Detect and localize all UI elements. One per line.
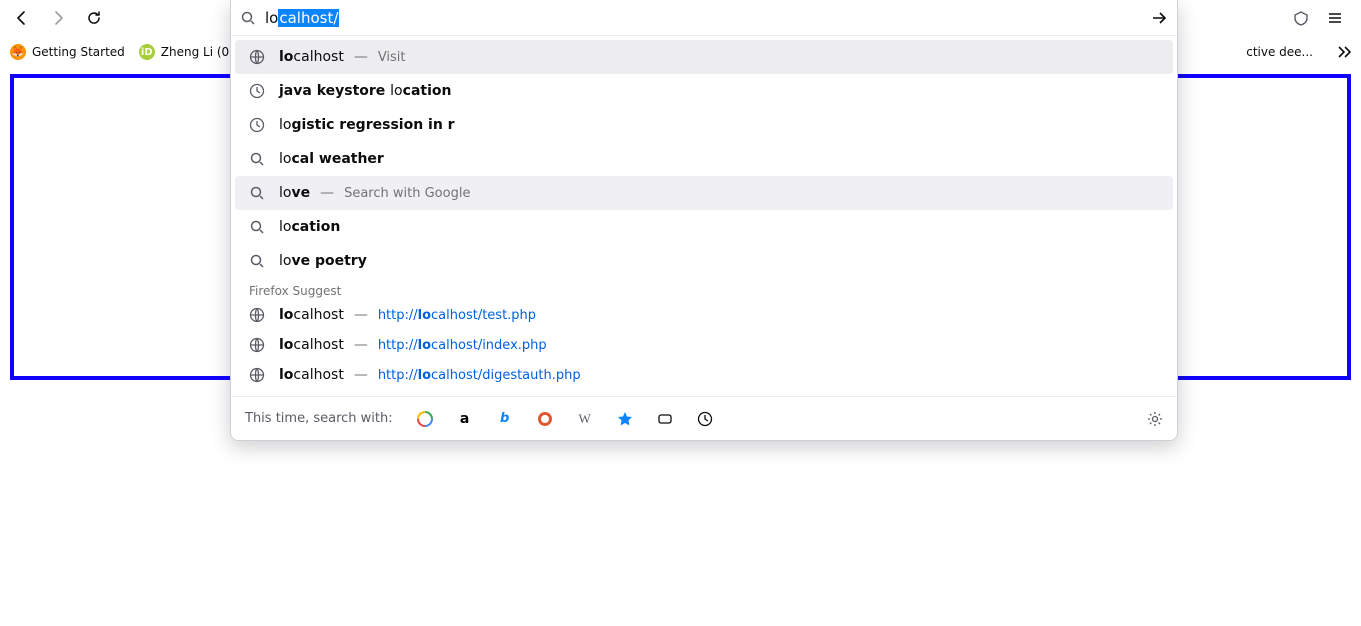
- reader-mode-button[interactable]: [1289, 6, 1313, 30]
- firefox-icon: 🦊: [10, 44, 26, 60]
- suggestion-search[interactable]: love poetry: [235, 244, 1173, 278]
- duckduckgo-icon[interactable]: [537, 411, 553, 427]
- suggestion-url: http://localhost/index.php: [378, 338, 547, 353]
- bookmark-getting-started[interactable]: 🦊 Getting Started: [10, 44, 125, 60]
- bing-icon[interactable]: b: [497, 411, 513, 427]
- bookmarks-icon[interactable]: [617, 411, 633, 427]
- suggestion-url: http://localhost/test.php: [378, 308, 536, 323]
- google-icon[interactable]: [417, 411, 433, 427]
- urlbar-text: localhost/: [265, 9, 1151, 27]
- dash: —: [354, 49, 368, 65]
- bookmark-peek-right[interactable]: ctive dee...: [1246, 45, 1313, 59]
- suggestion-list: localhost — Visit java keystore location…: [231, 36, 1177, 396]
- urlbar-expanded[interactable]: localhost/: [231, 0, 1177, 36]
- suggestion-title: localhost: [279, 367, 344, 383]
- go-button[interactable]: [1151, 10, 1167, 26]
- forward-button[interactable]: [44, 4, 72, 32]
- dash: —: [354, 307, 368, 323]
- suggestion-firefox-suggest[interactable]: localhost — http://localhost/test.php: [235, 300, 1173, 330]
- suggestion-visit[interactable]: localhost — Visit: [235, 40, 1173, 74]
- suggestion-url: http://localhost/digestauth.php: [378, 368, 581, 383]
- orcid-icon: iD: [139, 44, 155, 60]
- suggestion-title: local weather: [279, 151, 384, 167]
- search-icon: [249, 151, 265, 167]
- dash: —: [354, 367, 368, 383]
- firefox-suggest-label: Firefox Suggest: [235, 278, 1173, 300]
- suggestion-title: localhost: [279, 49, 344, 65]
- search-icon: [249, 185, 265, 201]
- dash: —: [320, 185, 334, 201]
- dash: —: [354, 337, 368, 353]
- suggestion-title: location: [279, 219, 340, 235]
- suggestion-title: love poetry: [279, 253, 367, 269]
- tabs-icon[interactable]: [657, 411, 673, 427]
- suggestion-search[interactable]: love — Search with Google: [235, 176, 1173, 210]
- urlbar-search-oneoffs: This time, search with: a b W: [231, 396, 1177, 440]
- clock-icon: [249, 117, 265, 133]
- globe-icon: [249, 49, 265, 65]
- search-icon: [241, 11, 255, 25]
- urlbar-typed: lo: [265, 9, 278, 27]
- urlbar-results-panel: localhost/ localhost — Visit java keysto…: [230, 0, 1178, 441]
- suggestion-action: Search with Google: [344, 186, 470, 201]
- clock-icon: [249, 83, 265, 99]
- suggestion-title: localhost: [279, 337, 344, 353]
- search-icon: [249, 253, 265, 269]
- suggestion-title: love: [279, 185, 310, 201]
- suggestion-title: localhost: [279, 307, 344, 323]
- oneoffs-label: This time, search with:: [245, 411, 393, 426]
- globe-icon: [249, 307, 265, 323]
- back-button[interactable]: [8, 4, 36, 32]
- bookmarks-overflow-button[interactable]: [1337, 45, 1351, 59]
- suggestion-history[interactable]: logistic regression in r: [235, 108, 1173, 142]
- wikipedia-icon[interactable]: W: [577, 411, 593, 427]
- globe-icon: [249, 337, 265, 353]
- suggestion-firefox-suggest[interactable]: localhost — http://localhost/digestauth.…: [235, 360, 1173, 390]
- suggestion-action: Visit: [378, 50, 406, 65]
- suggestion-firefox-suggest[interactable]: localhost — http://localhost/index.php: [235, 330, 1173, 360]
- app-menu-button[interactable]: [1323, 6, 1347, 30]
- suggestion-title: logistic regression in r: [279, 117, 455, 133]
- reload-button[interactable]: [80, 4, 108, 32]
- search-settings-button[interactable]: [1147, 411, 1163, 427]
- suggestion-title: java keystore location: [279, 83, 451, 99]
- search-icon: [249, 219, 265, 235]
- history-icon[interactable]: [697, 411, 713, 427]
- globe-icon: [249, 367, 265, 383]
- bookmark-label: Getting Started: [32, 45, 125, 59]
- urlbar-autocomplete: calhost/: [278, 9, 339, 27]
- amazon-icon[interactable]: a: [457, 411, 473, 427]
- suggestion-search[interactable]: location: [235, 210, 1173, 244]
- suggestion-search[interactable]: local weather: [235, 142, 1173, 176]
- suggestion-history[interactable]: java keystore location: [235, 74, 1173, 108]
